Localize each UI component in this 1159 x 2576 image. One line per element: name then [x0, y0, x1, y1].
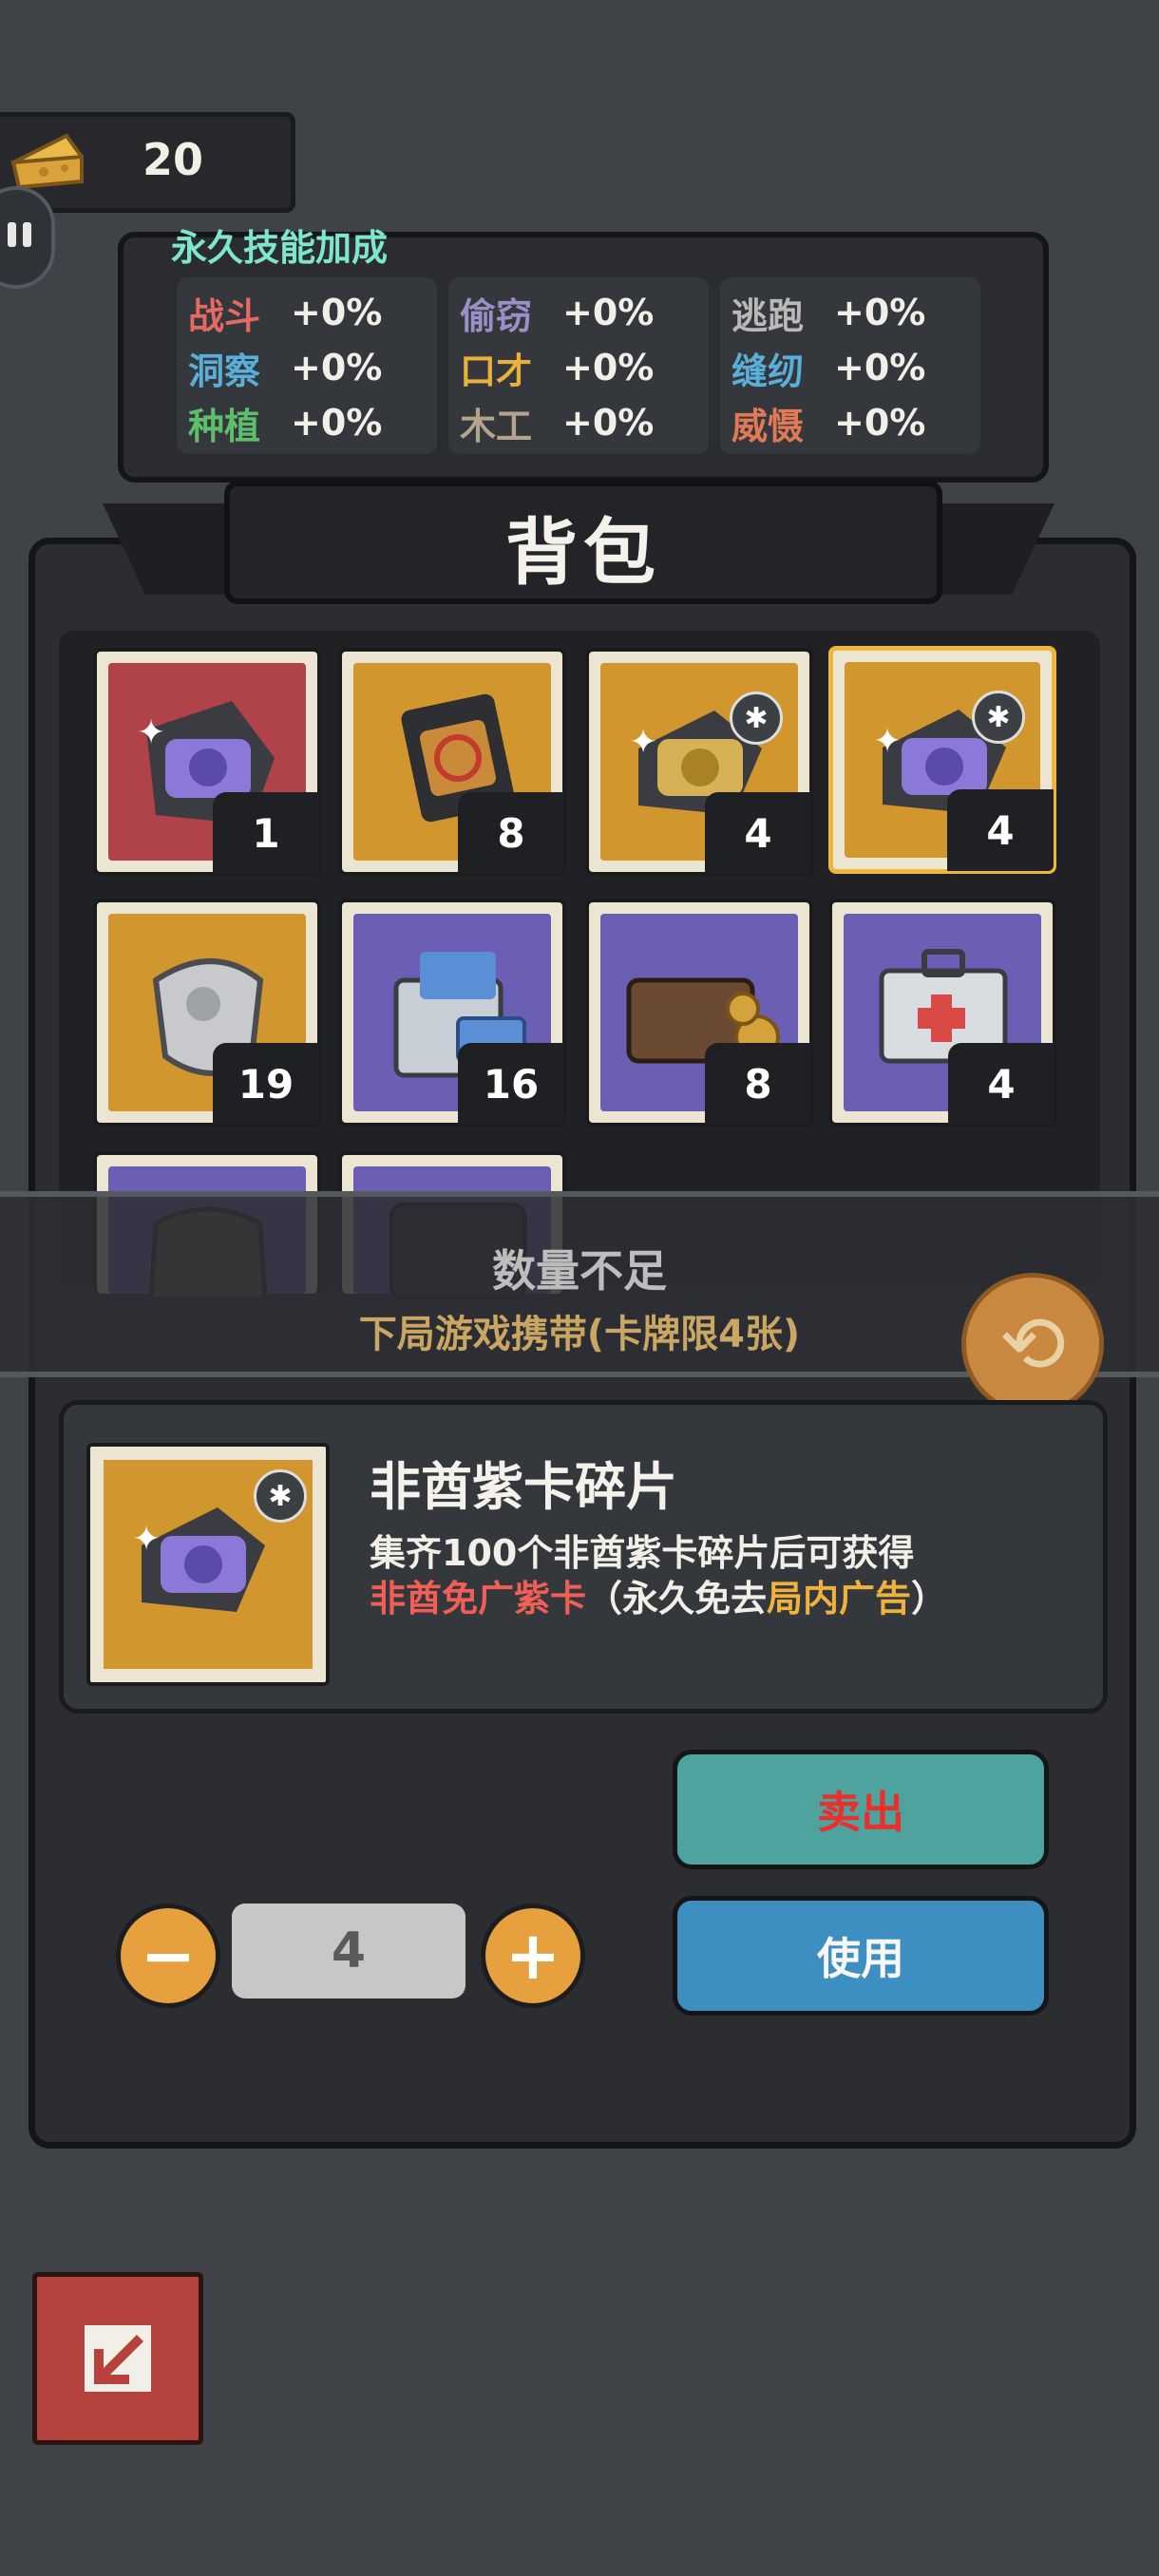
skill-row: 洞察 +0%	[188, 347, 383, 392]
svg-text:✦: ✦	[137, 713, 165, 752]
svg-text:✦: ✦	[873, 722, 902, 761]
skill-row: 偷窃 +0%	[460, 292, 655, 337]
item-slot-selected[interactable]: ✦ ✱ 4	[828, 646, 1056, 874]
cheese-count: 20	[142, 134, 204, 185]
description-line: 集齐100个非酋紫卡碎片后可获得	[370, 1532, 915, 1574]
reward-name: 非酋免广紫卡	[370, 1578, 587, 1619]
backpack-title-banner: 背包	[224, 481, 942, 604]
decrease-quantity-button[interactable]: −	[116, 1904, 220, 2008]
use-button[interactable]: 使用	[673, 1896, 1049, 2016]
item-description: 集齐100个非酋紫卡碎片后可获得 非酋免广紫卡（永久免去局内广告）	[370, 1530, 947, 1621]
skill-row: 木工 +0%	[460, 402, 655, 447]
skill-column-3: 逃跑 +0% 缝纫 +0% 威慑 +0%	[720, 277, 980, 454]
permanent-skills-panel: 永久技能加成 战斗 +0% 洞察 +0% 种植 +0% 偷窃 +0% 口才 +0% 木工 +…	[118, 227, 1049, 483]
item-count: 19	[213, 1043, 319, 1125]
item-count: 4	[948, 1043, 1054, 1125]
item-detail-panel: ✦ ✱ 非酋紫卡碎片 集齐100个非酋紫卡碎片后可获得 非酋免广紫卡（永久免去局…	[59, 1400, 1108, 1714]
skill-row: 种植 +0%	[188, 402, 383, 447]
ad-free-text: 局内广告	[767, 1578, 912, 1619]
fragment-badge-icon: ✱	[730, 691, 783, 745]
sell-button[interactable]: 卖出	[673, 1750, 1049, 1869]
svg-text:✦: ✦	[629, 723, 657, 762]
item-slot[interactable]: ✦ ✱ 4	[585, 648, 813, 876]
skill-column-1: 战斗 +0% 洞察 +0% 种植 +0%	[177, 277, 437, 454]
skills-title: 永久技能加成	[171, 227, 389, 269]
skill-row: 威慑 +0%	[732, 402, 926, 447]
item-slot[interactable]: 19	[93, 899, 321, 1127]
recycle-icon[interactable]: ⟲	[961, 1273, 1104, 1415]
notice-divider-top	[0, 1191, 1159, 1197]
item-slot[interactable]: 8	[338, 648, 566, 876]
description-line: 非酋免广紫卡（永久免去局内广告）	[370, 1576, 947, 1621]
skill-row: 战斗 +0%	[188, 292, 383, 337]
item-count: 16	[458, 1043, 564, 1125]
item-slot[interactable]: 4	[828, 899, 1056, 1127]
skill-row: 缝纫 +0%	[732, 347, 926, 392]
item-name: 非酋紫卡碎片	[370, 1457, 677, 1517]
item-count: 8	[458, 792, 564, 874]
item-count: 4	[705, 792, 811, 874]
skill-column-2: 偷窃 +0% 口才 +0% 木工 +0%	[448, 277, 709, 454]
item-count: 8	[705, 1043, 811, 1125]
quantity-field[interactable]: 4	[232, 1904, 466, 1998]
description-text: ）	[911, 1578, 948, 1619]
fragment-badge-icon: ✱	[972, 691, 1025, 744]
cheese-icon	[10, 133, 84, 190]
item-count: 1	[213, 792, 319, 874]
svg-text:✦: ✦	[132, 1520, 161, 1559]
skill-row: 口才 +0%	[460, 347, 655, 392]
item-slot[interactable]: ✦ 1	[93, 648, 321, 876]
back-arrow-icon	[85, 2325, 151, 2392]
detail-item-image: ✦ ✱	[86, 1443, 330, 1686]
item-count: 4	[947, 789, 1054, 871]
increase-quantity-button[interactable]: +	[481, 1904, 585, 2008]
backpack-title: 背包	[505, 510, 661, 595]
pause-button[interactable]	[0, 186, 55, 289]
item-slot[interactable]: 8	[585, 899, 813, 1127]
skill-row: 逃跑 +0%	[732, 292, 926, 337]
back-button[interactable]	[32, 2272, 203, 2445]
fragment-badge-icon: ✱	[254, 1469, 307, 1523]
item-slot[interactable]: 16	[338, 899, 566, 1127]
description-text: （永久免去	[586, 1578, 768, 1619]
